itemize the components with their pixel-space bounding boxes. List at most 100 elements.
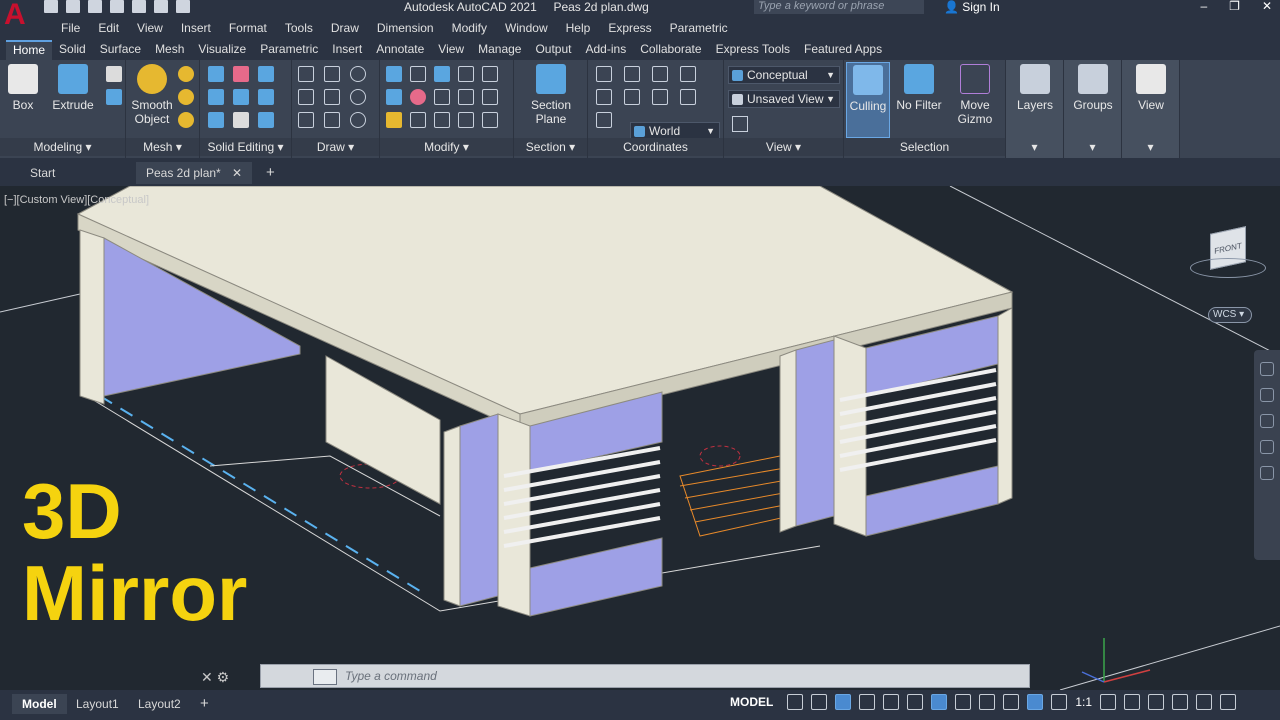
panel-groups[interactable]: Groups ▾ [1064, 60, 1122, 158]
line-icon[interactable] [298, 66, 314, 82]
add-layout-button[interactable]: + [190, 694, 219, 714]
tab-visualize[interactable]: Visualize [191, 40, 253, 60]
help-search-input[interactable]: Type a keyword or phrase [754, 0, 924, 14]
align-3d-icon[interactable] [434, 66, 450, 82]
snap-icon[interactable] [811, 694, 828, 710]
smooth-less-icon[interactable] [178, 89, 194, 105]
chamfer-icon[interactable] [482, 112, 498, 128]
panel-title-solid-editing[interactable]: Solid Editing ▾ [200, 138, 291, 156]
fillet-icon[interactable] [482, 89, 498, 105]
move-icon[interactable] [410, 66, 426, 82]
move-gizmo-button[interactable]: Move Gizmo [952, 64, 998, 126]
print-icon[interactable] [132, 0, 146, 13]
panel-title-modeling[interactable]: Modeling ▾ [0, 138, 125, 156]
culling-button[interactable]: Culling [846, 62, 890, 138]
sign-in-button[interactable]: 👤 Sign In [944, 0, 1000, 14]
box-button[interactable]: Box [6, 64, 40, 112]
ucs-origin-icon[interactable] [624, 66, 640, 82]
menu-edit[interactable]: Edit [89, 16, 128, 40]
array-icon[interactable] [410, 89, 426, 105]
panel-title-view[interactable]: View ▾ [724, 138, 843, 156]
rectangle-icon[interactable] [324, 112, 340, 128]
tab-solid[interactable]: Solid [52, 40, 93, 60]
units-icon[interactable] [1148, 694, 1165, 710]
mirror-3d-icon[interactable] [386, 66, 402, 82]
compass-ring[interactable] [1190, 258, 1266, 278]
ucs-world-icon[interactable] [596, 112, 612, 128]
menu-window[interactable]: Window [496, 16, 557, 40]
extract-edges-icon[interactable] [208, 112, 224, 128]
auto-scale-icon[interactable] [1051, 694, 1068, 710]
minimize-icon[interactable]: – [1200, 0, 1207, 13]
tab-surface[interactable]: Surface [93, 40, 148, 60]
section-plane-button[interactable]: Section Plane [520, 64, 582, 126]
tab-output[interactable]: Output [528, 40, 578, 60]
rect-array-icon[interactable] [458, 112, 474, 128]
command-line[interactable]: ✕ ⚙ Type a command [201, 664, 1030, 688]
grid-icon[interactable] [787, 694, 804, 710]
ucs-object-icon[interactable] [624, 89, 640, 105]
panel-title-coordinates[interactable]: Coordinates [588, 138, 723, 156]
no-filter-button[interactable]: No Filter [896, 64, 942, 112]
explode-icon[interactable] [434, 112, 450, 128]
polysolid-icon[interactable] [106, 89, 122, 105]
isolate-objects-icon[interactable] [1172, 694, 1189, 710]
polygon-icon[interactable] [298, 112, 314, 128]
command-input[interactable]: Type a command [345, 669, 437, 683]
ucs-y-icon[interactable] [652, 89, 668, 105]
close-command-line-icon[interactable]: ✕ [201, 669, 213, 685]
workspace-gear-icon[interactable] [1100, 694, 1117, 710]
drawing-viewport[interactable]: [−][Custom View][Conceptual] 3D Mirror F… [0, 186, 1280, 690]
restore-icon[interactable]: ❐ [1229, 0, 1240, 13]
tab-insert[interactable]: Insert [325, 40, 369, 60]
ucs-view-icon[interactable] [596, 89, 612, 105]
redo-icon[interactable] [176, 0, 190, 13]
view-expand[interactable]: ▾ [1122, 138, 1179, 156]
recent-commands-icon[interactable] [313, 669, 337, 685]
tab-featured-apps[interactable]: Featured Apps [797, 40, 889, 60]
orbit-icon[interactable] [1260, 440, 1274, 454]
ucs-x-icon[interactable] [652, 66, 668, 82]
close-tab-icon[interactable]: ✕ [232, 162, 242, 184]
groups-expand[interactable]: ▾ [1064, 138, 1121, 156]
ucs-named-icon[interactable] [680, 66, 696, 82]
imprint-icon[interactable] [233, 112, 249, 128]
steering-wheel-icon[interactable] [1260, 362, 1274, 376]
tab-add-ins[interactable]: Add-ins [579, 40, 634, 60]
menu-draw[interactable]: Draw [322, 16, 368, 40]
panel-title-selection[interactable]: Selection [844, 138, 1005, 156]
stretch-icon[interactable] [410, 112, 426, 128]
osnap-3d-icon[interactable] [955, 694, 972, 710]
erase-icon[interactable] [386, 112, 402, 128]
undo-icon[interactable] [154, 0, 168, 13]
copy-icon[interactable] [458, 66, 474, 82]
annotation-visibility-icon[interactable] [1027, 694, 1044, 710]
pan-icon[interactable] [1260, 388, 1274, 402]
panel-title-section[interactable]: Section ▾ [514, 138, 587, 156]
ucs-3point-icon[interactable] [680, 89, 696, 105]
separate-icon[interactable] [258, 112, 274, 128]
circle-icon[interactable] [350, 89, 366, 105]
smooth-object-button[interactable]: Smooth Object [130, 64, 174, 126]
union-icon[interactable] [208, 66, 224, 82]
layers-button[interactable]: Layers [1014, 64, 1056, 112]
interfere-icon[interactable] [208, 89, 224, 105]
tab-start[interactable]: Start [20, 162, 65, 184]
menu-tools[interactable]: Tools [276, 16, 322, 40]
model-space-toggle[interactable]: MODEL [730, 695, 779, 709]
object-snap-tracking-icon[interactable] [907, 694, 924, 710]
tab-manage[interactable]: Manage [471, 40, 528, 60]
lineweight-icon[interactable] [1003, 694, 1020, 710]
viewport-config-icon[interactable] [732, 116, 748, 132]
menu-modify[interactable]: Modify [443, 16, 496, 40]
panel-title-mesh[interactable]: Mesh ▾ [126, 138, 199, 156]
menu-file[interactable]: File [52, 16, 89, 40]
new-file-icon[interactable] [44, 0, 58, 13]
trim-icon[interactable] [482, 66, 498, 82]
menu-dimension[interactable]: Dimension [368, 16, 443, 40]
fullscreen-icon[interactable] [1196, 694, 1213, 710]
menu-insert[interactable]: Insert [172, 16, 220, 40]
construction-line-icon[interactable] [324, 89, 340, 105]
tab-express-tools[interactable]: Express Tools [709, 40, 797, 60]
osnap-icon[interactable] [931, 694, 948, 710]
